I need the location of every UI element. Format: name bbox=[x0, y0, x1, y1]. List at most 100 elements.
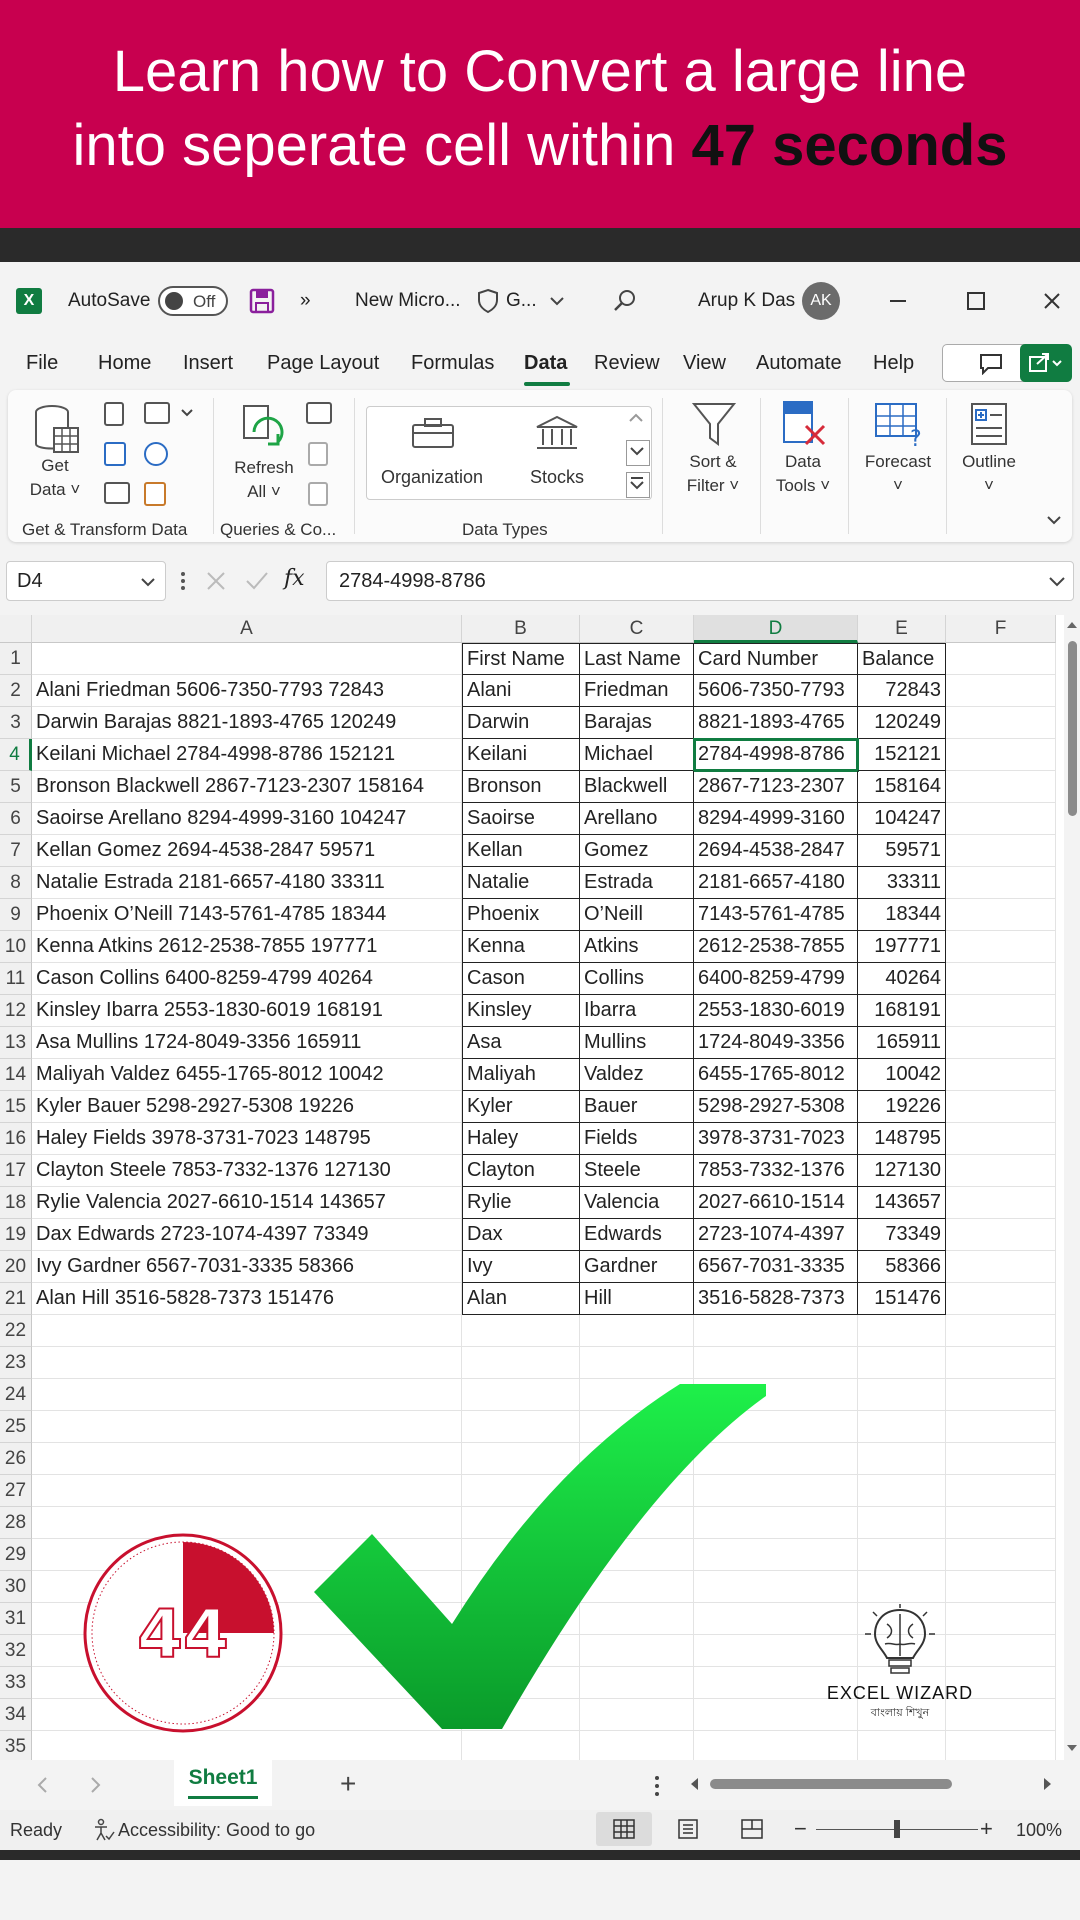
cell[interactable]: Kinsley bbox=[462, 995, 580, 1027]
cell[interactable]: 143657 bbox=[858, 1187, 946, 1219]
header-cell[interactable]: First Name bbox=[462, 643, 580, 675]
tab-help[interactable]: Help bbox=[873, 352, 914, 375]
cell[interactable]: Cason bbox=[462, 963, 580, 995]
tab-automate[interactable]: Automate bbox=[756, 352, 842, 375]
tab-view[interactable]: View bbox=[683, 352, 726, 375]
cell[interactable]: Clayton Steele 7853-7332-1376 127130 bbox=[32, 1155, 462, 1187]
properties-icon[interactable] bbox=[308, 442, 328, 466]
collapse-ribbon-button[interactable] bbox=[1044, 510, 1068, 534]
page-layout-view-icon[interactable] bbox=[676, 1818, 700, 1840]
row-header[interactable]: 26 bbox=[0, 1443, 32, 1475]
cell[interactable]: 33311 bbox=[858, 867, 946, 899]
column-header-b[interactable]: B bbox=[462, 615, 580, 643]
row-header[interactable]: 31 bbox=[0, 1603, 32, 1635]
cell[interactable]: Bronson Blackwell 2867-7123-2307 158164 bbox=[32, 771, 462, 803]
cell[interactable] bbox=[946, 1507, 1056, 1539]
avatar[interactable]: AK bbox=[802, 282, 840, 320]
cell[interactable]: Ivy bbox=[462, 1251, 580, 1283]
sort-filter-button[interactable]: Sort & Filter ˅ bbox=[670, 398, 756, 508]
cell[interactable]: 2027-6610-1514 bbox=[694, 1187, 858, 1219]
cell[interactable] bbox=[858, 1731, 946, 1760]
cell[interactable]: 197771 bbox=[858, 931, 946, 963]
zoom-slider-thumb[interactable] bbox=[894, 1820, 900, 1838]
cell[interactable] bbox=[858, 1475, 946, 1507]
cell[interactable]: Gardner bbox=[580, 1251, 694, 1283]
cell[interactable] bbox=[946, 835, 1056, 867]
cell[interactable]: Dax bbox=[462, 1219, 580, 1251]
row-header[interactable]: 23 bbox=[0, 1347, 32, 1379]
header-cell[interactable]: Card Number bbox=[694, 643, 858, 675]
cell[interactable] bbox=[858, 1411, 946, 1443]
scroll-up-arrow-icon[interactable] bbox=[1064, 617, 1080, 633]
row-header[interactable]: 3 bbox=[0, 707, 32, 739]
cell[interactable]: 58366 bbox=[858, 1251, 946, 1283]
gallery-scroll-down[interactable] bbox=[626, 440, 650, 466]
row-header[interactable]: 2 bbox=[0, 675, 32, 707]
column-header-d[interactable]: D bbox=[694, 615, 858, 643]
cell[interactable]: 73349 bbox=[858, 1219, 946, 1251]
cell[interactable]: 2723-1074-4397 bbox=[694, 1219, 858, 1251]
row-header[interactable]: 9 bbox=[0, 899, 32, 931]
minimize-button[interactable] bbox=[888, 262, 908, 340]
cell[interactable] bbox=[946, 1123, 1056, 1155]
cell[interactable] bbox=[946, 1027, 1056, 1059]
cell[interactable] bbox=[580, 1731, 694, 1760]
page-break-view-icon[interactable] bbox=[740, 1818, 764, 1840]
cell[interactable]: Kenna Atkins 2612-2538-7855 197771 bbox=[32, 931, 462, 963]
existing-connections-icon[interactable] bbox=[144, 482, 166, 506]
cell[interactable] bbox=[946, 1315, 1056, 1347]
cell[interactable]: 8821-1893-4765 bbox=[694, 707, 858, 739]
cell[interactable] bbox=[946, 1283, 1056, 1315]
cell[interactable]: 165911 bbox=[858, 1027, 946, 1059]
from-range-icon[interactable] bbox=[104, 482, 130, 504]
cell[interactable]: Fields bbox=[580, 1123, 694, 1155]
cell[interactable] bbox=[858, 1315, 946, 1347]
cell[interactable]: Natalie bbox=[462, 867, 580, 899]
cell[interactable] bbox=[946, 1571, 1056, 1603]
cell[interactable] bbox=[580, 1315, 694, 1347]
data-tools-button[interactable]: Data Tools ˅ bbox=[760, 398, 846, 508]
cell[interactable]: Ibarra bbox=[580, 995, 694, 1027]
sheet-tab-sheet1[interactable]: Sheet1 bbox=[174, 1760, 272, 1806]
cell[interactable] bbox=[946, 643, 1056, 675]
formula-bar-handle[interactable] bbox=[178, 565, 188, 597]
cell[interactable] bbox=[580, 1347, 694, 1379]
cancel-entry-button[interactable] bbox=[204, 569, 228, 599]
row-header[interactable]: 11 bbox=[0, 963, 32, 995]
cell[interactable]: 120249 bbox=[858, 707, 946, 739]
cell[interactable] bbox=[946, 995, 1056, 1027]
cell[interactable]: 5298-2927-5308 bbox=[694, 1091, 858, 1123]
cell[interactable]: 1724-8049-3356 bbox=[694, 1027, 858, 1059]
row-header[interactable]: 22 bbox=[0, 1315, 32, 1347]
tab-review[interactable]: Review bbox=[594, 352, 660, 375]
row-header[interactable]: 25 bbox=[0, 1411, 32, 1443]
cell[interactable] bbox=[946, 675, 1056, 707]
cell[interactable]: Friedman bbox=[580, 675, 694, 707]
row-header[interactable]: 17 bbox=[0, 1155, 32, 1187]
row-header[interactable]: 13 bbox=[0, 1027, 32, 1059]
cell[interactable]: Hill bbox=[580, 1283, 694, 1315]
next-sheet-icon[interactable] bbox=[86, 1775, 104, 1795]
cell[interactable]: 7853-7332-1376 bbox=[694, 1155, 858, 1187]
cell[interactable] bbox=[462, 1347, 580, 1379]
cell[interactable] bbox=[946, 1443, 1056, 1475]
row-header[interactable]: 19 bbox=[0, 1219, 32, 1251]
cell[interactable]: 2694-4538-2847 bbox=[694, 835, 858, 867]
cell[interactable]: Valencia bbox=[580, 1187, 694, 1219]
column-header-f[interactable]: F bbox=[946, 615, 1056, 643]
cell[interactable] bbox=[946, 1347, 1056, 1379]
cell[interactable]: Collins bbox=[580, 963, 694, 995]
cell[interactable] bbox=[946, 931, 1056, 963]
cell[interactable]: Clayton bbox=[462, 1155, 580, 1187]
cell[interactable]: Dax Edwards 2723-1074-4397 73349 bbox=[32, 1219, 462, 1251]
cell[interactable]: 7143-5761-4785 bbox=[694, 899, 858, 931]
gallery-scroll-up[interactable] bbox=[626, 408, 650, 434]
organization-button[interactable]: Organization bbox=[373, 411, 491, 495]
confirm-entry-button[interactable] bbox=[244, 569, 270, 599]
row-header[interactable]: 14 bbox=[0, 1059, 32, 1091]
cell[interactable] bbox=[946, 1251, 1056, 1283]
cell[interactable] bbox=[858, 1507, 946, 1539]
cell[interactable]: 2181-6657-4180 bbox=[694, 867, 858, 899]
column-header-a[interactable]: A bbox=[32, 615, 462, 643]
cell[interactable]: Gomez bbox=[580, 835, 694, 867]
